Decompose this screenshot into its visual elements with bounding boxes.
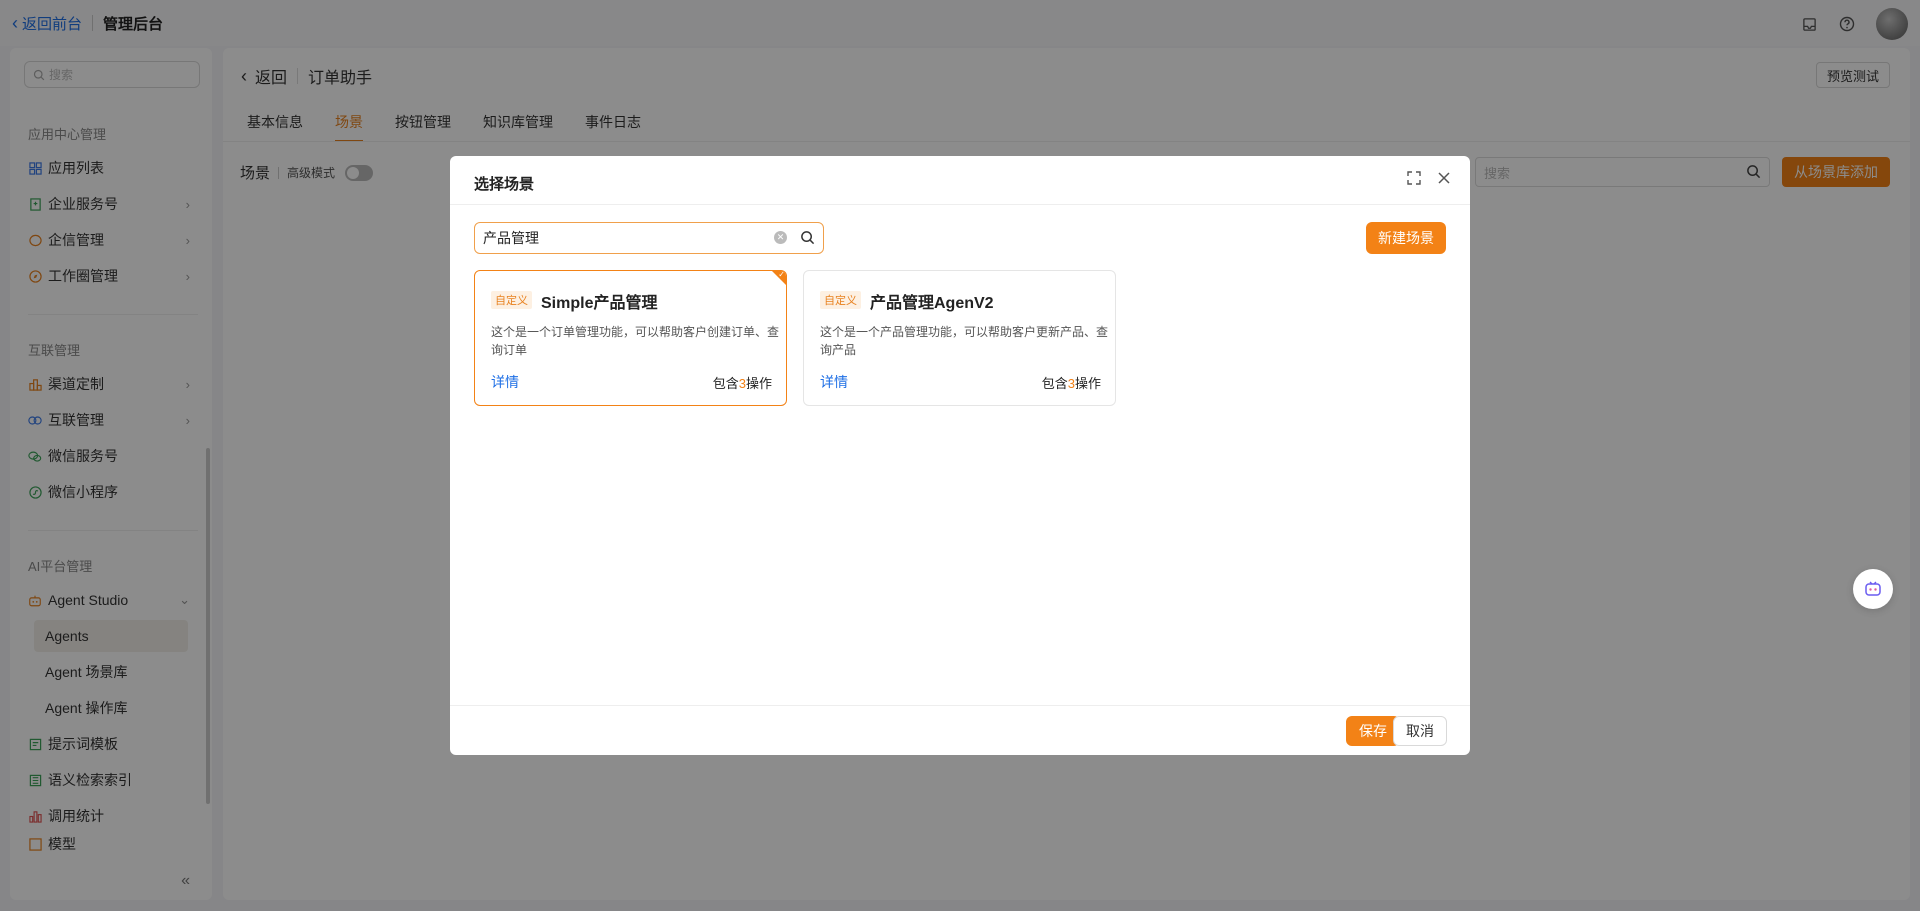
modal-title: 选择场景 [474, 176, 535, 193]
scene-card-title: Simple产品管理 [541, 295, 658, 312]
search-icon[interactable] [800, 230, 815, 245]
close-icon[interactable] [1436, 170, 1452, 186]
scene-card-product-agenv2[interactable]: 自定义 产品管理AgenV2 这个是一个产品管理功能，可以帮助客户更新产品、查询… [803, 270, 1116, 406]
modal-header-divider [450, 204, 1470, 205]
save-button[interactable]: 保存 [1346, 716, 1400, 746]
scene-card-simple-product[interactable]: ✓ 自定义 Simple产品管理 这个是一个订单管理功能，可以帮助客户创建订单、… [474, 270, 787, 406]
ops-number: 3 [1067, 376, 1075, 391]
custom-badge: 自定义 [491, 291, 532, 309]
ops-suffix: 操作 [745, 376, 772, 391]
scene-card-description: 这个是一个产品管理功能，可以帮助客户更新产品、查询产品 [820, 325, 1109, 357]
clear-icon[interactable]: ✕ [774, 231, 787, 244]
scene-card-description: 这个是一个订单管理功能，可以帮助客户创建订单、查询订单 [491, 325, 780, 357]
select-scene-modal: 选择场景 产品管理 ✕ 新建场景 ✓ 自定义 Simple产品管理 这个是一个订… [450, 156, 1470, 755]
modal-search-value: 产品管理 [483, 230, 539, 246]
new-scene-button[interactable]: 新建场景 [1366, 222, 1446, 254]
modal-header-actions [1406, 170, 1452, 186]
scene-card-detail-link[interactable]: 详情 [491, 372, 519, 392]
check-icon: ✓ [778, 270, 785, 279]
ops-prefix: 包含 [712, 376, 739, 391]
ops-number: 3 [738, 376, 746, 391]
modal-footer-divider [450, 705, 1470, 706]
ops-suffix: 操作 [1074, 376, 1101, 391]
modal-search-input[interactable]: 产品管理 ✕ [474, 222, 824, 254]
scene-card-title: 产品管理AgenV2 [870, 295, 994, 312]
fullscreen-icon[interactable] [1406, 170, 1422, 186]
ops-prefix: 包含 [1041, 376, 1068, 391]
scene-card-ops-count: 包含3操作 [713, 373, 772, 392]
assistant-bot-button[interactable] [1853, 569, 1893, 609]
scene-card-ops-count: 包含3操作 [1042, 373, 1101, 392]
cancel-button[interactable]: 取消 [1393, 716, 1447, 746]
custom-badge: 自定义 [820, 291, 861, 309]
scene-card-detail-link[interactable]: 详情 [820, 372, 848, 392]
bot-icon [1865, 581, 1881, 596]
